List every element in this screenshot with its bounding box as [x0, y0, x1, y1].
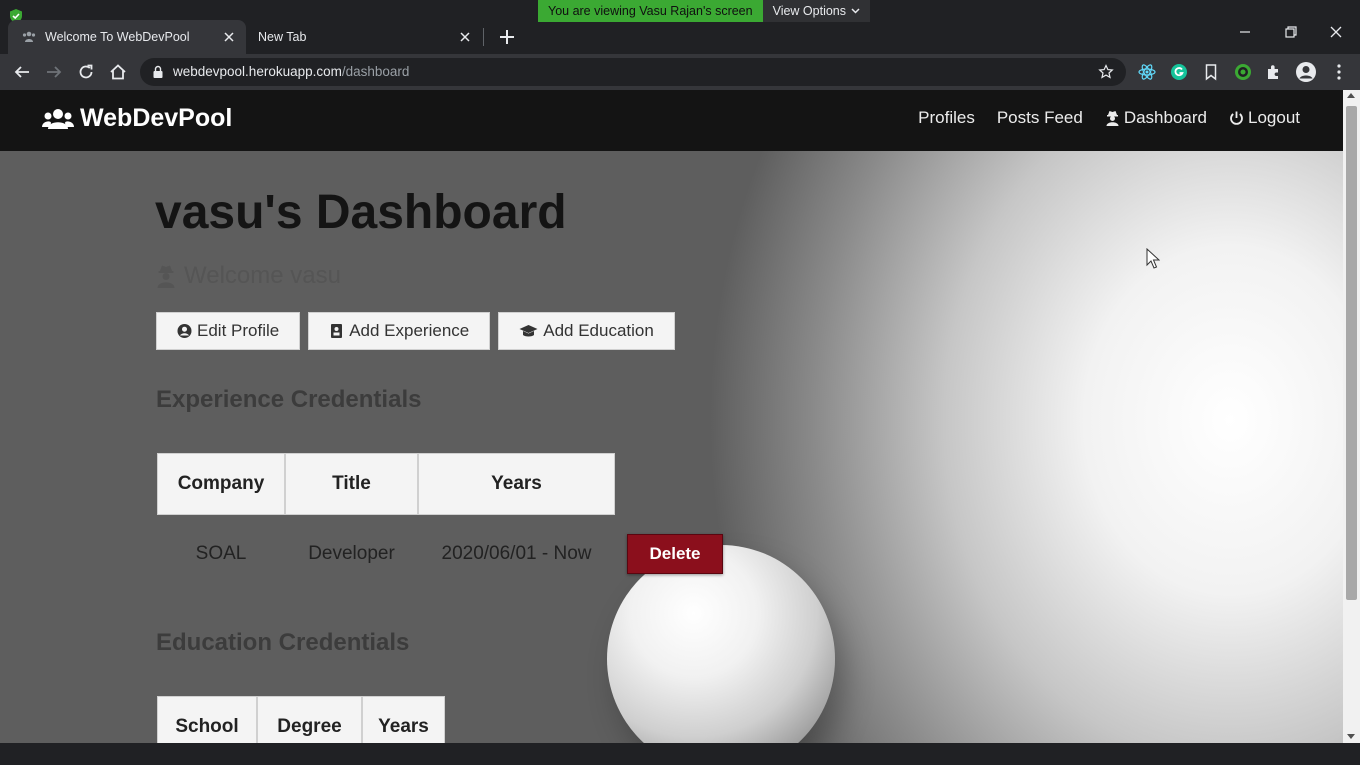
home-icon[interactable]: [108, 62, 128, 82]
welcome-message: Welcome vasu: [156, 262, 341, 290]
user-circle-icon: [177, 324, 192, 338]
column-header-title: Title: [285, 453, 418, 515]
page-scrollbar[interactable]: [1343, 90, 1360, 743]
power-icon: [1230, 111, 1243, 125]
page-viewport: WebDevPool Profiles Posts Feed Dashboard…: [0, 90, 1343, 743]
page-title: vasu's Dashboard: [155, 186, 567, 239]
mouse-cursor-icon: [1146, 248, 1160, 269]
forward-arrow-icon[interactable]: [44, 62, 64, 82]
users-icon: [22, 31, 36, 42]
new-tab-plus-icon[interactable]: [496, 26, 518, 48]
cell-company: SOAL: [195, 543, 247, 564]
button-label: Add Education: [543, 321, 654, 340]
button-label: Add Experience: [349, 321, 470, 340]
scrollbar-thumb[interactable]: [1346, 106, 1357, 600]
nav-link-logout[interactable]: Logout: [1229, 108, 1300, 128]
column-header-degree: Degree: [257, 696, 362, 743]
scroll-up-arrow-icon[interactable]: [1347, 93, 1355, 98]
nav-link-label: Profiles: [918, 108, 975, 127]
delete-experience-button[interactable]: Delete: [627, 534, 723, 574]
brand-logo-link[interactable]: WebDevPool: [42, 104, 232, 133]
nav-link-dashboard[interactable]: Dashboard: [1105, 108, 1207, 128]
edit-profile-button[interactable]: Edit Profile: [156, 312, 301, 350]
scroll-down-arrow-icon[interactable]: [1347, 734, 1355, 739]
tab-welcome-to-webdevpool[interactable]: Welcome To WebDevPool: [8, 20, 246, 54]
target-extension-icon[interactable]: [1233, 62, 1253, 82]
minimize-window-icon[interactable]: [1237, 24, 1253, 40]
extensions-puzzle-icon[interactable]: [1264, 62, 1284, 82]
column-header-years: Years: [362, 696, 445, 743]
education-heading: Education Credentials: [156, 629, 410, 656]
nav-link-profiles[interactable]: Profiles: [918, 108, 975, 128]
reload-icon[interactable]: [76, 62, 96, 82]
experience-table: Company Title Years SOAL Developer 2020/…: [157, 453, 735, 593]
lock-icon: [153, 65, 163, 78]
users-icon: [42, 108, 74, 129]
browser-toolbar: webdevpool.herokuapp.com/dashboard: [0, 54, 1360, 90]
cell-years: 2020/06/01 - Now: [441, 543, 592, 564]
tab-divider: [483, 28, 484, 46]
chevron-down-icon: [851, 8, 860, 14]
nav-link-label: Posts Feed: [996, 108, 1083, 127]
dashboard-actions: Edit Profile Add Experience Add Educatio…: [156, 312, 675, 350]
nav-links: Profiles Posts Feed Dashboard Logout: [918, 108, 1300, 128]
bookmark-star-icon[interactable]: [1098, 64, 1114, 80]
url-text: webdevpool.herokuapp.com/dashboard: [173, 58, 409, 86]
button-label: Edit Profile: [197, 321, 280, 340]
user-secret-icon: [157, 265, 175, 288]
close-tab-icon[interactable]: [222, 30, 236, 44]
experience-heading: Experience Credentials: [156, 386, 422, 413]
screen-share-message: You are viewing Vasu Rajan's screen: [538, 0, 763, 22]
education-table: School Degree Years: [157, 696, 445, 743]
view-options-label: View Options: [772, 4, 847, 18]
table-header-row: School Degree Years: [157, 696, 445, 743]
nav-link-label: Dashboard: [1123, 108, 1207, 127]
id-badge-icon: [331, 324, 343, 338]
view-options-button[interactable]: View Options: [762, 0, 871, 22]
table-row: SOAL Developer 2020/06/01 - Now Delete: [157, 515, 735, 593]
bottom-bar: [0, 743, 1360, 765]
user-secret-icon: [1106, 111, 1119, 126]
close-tab-icon[interactable]: [458, 30, 472, 44]
column-header-company: Company: [157, 453, 285, 515]
url-host: webdevpool.herokuapp.com: [173, 64, 342, 79]
column-header-action: [615, 453, 735, 515]
url-path: /dashboard: [341, 64, 410, 79]
nav-link-posts-feed[interactable]: Posts Feed: [997, 108, 1083, 128]
welcome-text: Welcome vasu: [184, 262, 341, 289]
tab-title: Welcome To WebDevPool: [45, 30, 190, 44]
screen-share-banner: You are viewing Vasu Rajan's screen View…: [538, 0, 871, 22]
browser-tab-strip: You are viewing Vasu Rajan's screen View…: [0, 0, 1360, 54]
column-header-years: Years: [418, 453, 615, 515]
close-window-icon[interactable]: [1328, 24, 1344, 40]
back-arrow-icon[interactable]: [12, 62, 32, 82]
bookmark-extension-icon[interactable]: [1201, 62, 1221, 82]
nav-link-label: Logout: [1248, 108, 1300, 127]
cell-title: Developer: [308, 543, 395, 564]
cell-action: Delete: [615, 515, 735, 593]
kebab-menu-icon[interactable]: [1329, 62, 1349, 82]
column-header-school: School: [157, 696, 257, 743]
brand-name: WebDevPool: [80, 104, 233, 132]
address-bar[interactable]: webdevpool.herokuapp.com/dashboard: [140, 58, 1126, 86]
profile-avatar-icon[interactable]: [1295, 61, 1317, 83]
table-header-row: Company Title Years: [157, 453, 735, 515]
restore-window-icon[interactable]: [1283, 24, 1299, 40]
grammarly-icon[interactable]: [1169, 62, 1189, 82]
add-experience-button[interactable]: Add Experience: [308, 312, 491, 350]
tab-new-tab[interactable]: New Tab: [246, 20, 482, 54]
site-navbar: WebDevPool Profiles Posts Feed Dashboard…: [0, 90, 1343, 151]
tab-title: New Tab: [258, 30, 307, 44]
graduation-cap-icon: [519, 325, 538, 337]
react-devtools-icon[interactable]: [1137, 62, 1157, 82]
add-education-button[interactable]: Add Education: [498, 312, 675, 350]
